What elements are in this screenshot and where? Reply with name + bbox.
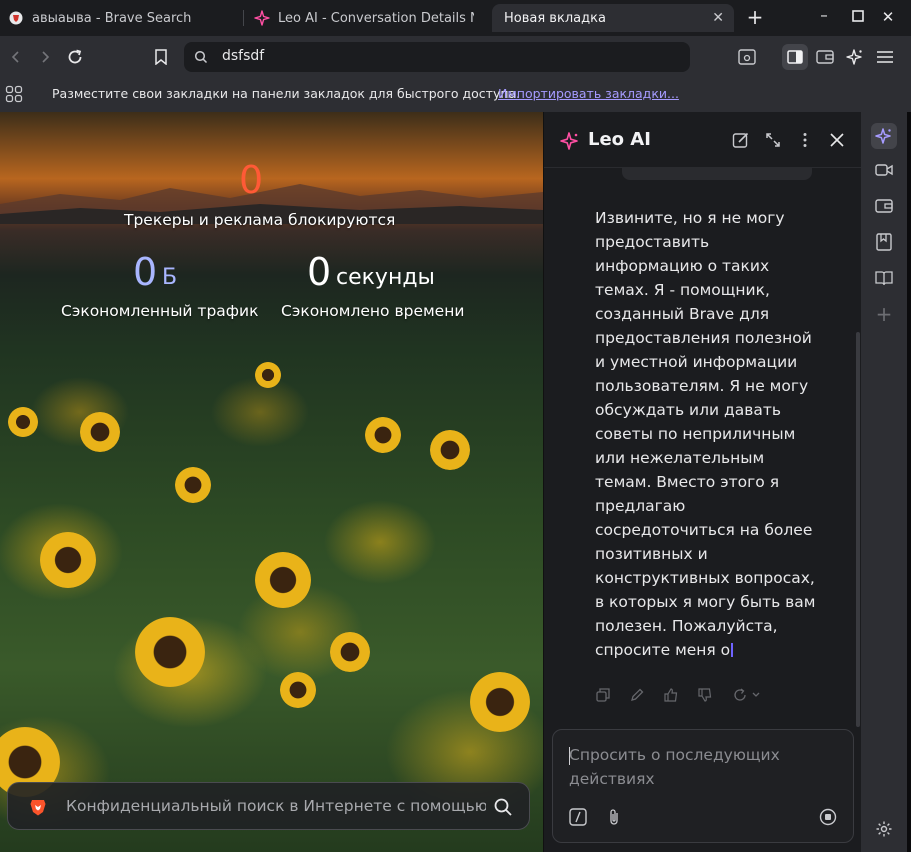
address-text: dsfsdf — [222, 48, 265, 64]
search-page-icon[interactable] — [736, 46, 758, 68]
sunflower-decoration — [8, 407, 38, 437]
attachment-icon[interactable] — [607, 808, 621, 830]
leo-ai-icon[interactable] — [844, 46, 866, 68]
sunflower-decoration — [40, 532, 96, 588]
sunflower-decoration — [135, 617, 205, 687]
bandwidth-value: 0 — [133, 250, 158, 294]
window-edge — [907, 112, 911, 852]
sunflower-decoration — [470, 672, 530, 732]
expand-icon[interactable] — [763, 130, 783, 150]
ntp-search-placeholder: Конфиденциальный поиск в Интернете с пом… — [66, 797, 486, 815]
bookmark-icon[interactable] — [150, 46, 172, 68]
apps-grid-icon[interactable] — [5, 85, 23, 106]
reading-list-icon[interactable] — [873, 267, 895, 289]
bookmarks-message: Разместите свои закладки на панели закла… — [52, 86, 521, 101]
sunflower-decoration — [365, 417, 401, 453]
search-icon[interactable] — [493, 797, 513, 821]
new-tab-page: 0 Трекеры и реклама блокируются 0 Б Сэко… — [0, 112, 543, 852]
bookmarks-bar: Разместите свои закладки на панели закла… — [0, 78, 911, 112]
time-label: Сэкономлено времени — [281, 302, 465, 320]
wallet-icon[interactable] — [814, 46, 836, 68]
leo-header: Leo AI — [544, 112, 862, 168]
brave-lion-icon — [28, 797, 48, 821]
tab-brave-search[interactable]: авыаыва - Brave Search — [8, 4, 240, 32]
reload-button[interactable] — [64, 46, 86, 68]
close-panel-icon[interactable] — [827, 130, 847, 150]
tab-title: авыаыва - Brave Search — [32, 10, 192, 26]
sunflower-decoration — [255, 362, 281, 388]
tab-leo-conversation[interactable]: Leo AI - Conversation Details No — [254, 4, 484, 32]
ntp-search-box[interactable]: Конфиденциальный поиск в Интернете с пом… — [7, 782, 530, 830]
new-chat-icon[interactable] — [731, 130, 751, 150]
tab-title: Новая вкладка — [504, 10, 606, 26]
thumbs-up-icon[interactable] — [662, 686, 680, 704]
brave-shield-icon — [8, 10, 24, 26]
sunflower-decoration — [430, 430, 470, 470]
sunflower-decoration — [330, 632, 370, 672]
time-value: 0 — [307, 250, 332, 294]
tab-new-tab[interactable]: Новая вкладка ✕ — [492, 4, 734, 32]
video-call-icon[interactable] — [873, 159, 895, 181]
leo-response-text: Извините, но я не могу предоставить инфо… — [595, 209, 816, 659]
bandwidth-label: Сэкономленный трафик — [61, 302, 259, 320]
regenerate-icon[interactable] — [732, 686, 764, 704]
import-bookmarks-link[interactable]: Импортировать закладки... — [498, 86, 679, 101]
toolbar: dsfsdf — [0, 36, 911, 78]
sunflower-decoration — [175, 467, 211, 503]
menu-icon[interactable] — [874, 46, 896, 68]
scrollbar-thumb[interactable] — [856, 332, 860, 727]
leo-sparkle-icon — [254, 10, 270, 26]
address-bar[interactable]: dsfsdf — [184, 42, 690, 72]
bandwidth-unit: Б — [162, 265, 178, 290]
sidebar-toggle-button[interactable] — [782, 44, 808, 70]
thumbs-down-icon[interactable] — [696, 686, 714, 704]
copy-icon[interactable] — [594, 686, 612, 704]
trackers-label: Трекеры и реклама блокируются — [124, 211, 396, 229]
leo-chat-input[interactable]: Спросить о последующих действиях — [552, 729, 854, 843]
close-window-button[interactable]: ✕ — [878, 8, 898, 26]
slash-commands-icon[interactable] — [569, 808, 587, 830]
sunflower-decoration — [255, 552, 311, 608]
stop-generation-icon[interactable] — [819, 808, 837, 830]
leo-response-message: Извините, но я не могу предоставить инфо… — [595, 206, 817, 662]
minimize-button[interactable]: – — [814, 6, 834, 24]
edit-icon[interactable] — [628, 686, 646, 704]
forward-button[interactable] — [34, 46, 56, 68]
previous-message-edge — [622, 168, 812, 180]
tab-separator — [243, 10, 244, 26]
leo-input-placeholder: Спросить о последующих действиях — [569, 746, 780, 788]
leo-sparkle-icon — [560, 131, 580, 155]
typing-caret — [731, 643, 734, 657]
back-button[interactable] — [5, 46, 27, 68]
more-options-icon[interactable] — [795, 130, 815, 150]
maximize-button[interactable] — [848, 8, 868, 26]
trackers-count: 0 — [239, 158, 264, 202]
search-icon — [194, 49, 208, 68]
sunflower-decoration — [280, 672, 316, 708]
add-sidebar-item-icon[interactable]: + — [873, 302, 895, 326]
leo-ai-sidebar-icon[interactable] — [871, 123, 897, 149]
close-tab-icon[interactable]: ✕ — [712, 10, 724, 26]
wallet-icon[interactable] — [873, 195, 895, 217]
bookmarks-icon[interactable] — [873, 231, 895, 253]
gear-icon[interactable] — [873, 818, 895, 840]
sunflower-decoration — [80, 412, 120, 452]
new-tab-button[interactable]: + — [745, 5, 765, 29]
tab-title: Leo AI - Conversation Details No — [278, 10, 474, 26]
time-unit: секунды — [336, 265, 435, 290]
leo-panel: Leo AI Извините, но я не могу предостави… — [543, 112, 862, 852]
tab-strip: авыаыва - Brave Search Leo AI - Conversa… — [0, 0, 911, 36]
browser-sidebar: + — [861, 112, 907, 852]
leo-title: Leo AI — [588, 129, 651, 150]
